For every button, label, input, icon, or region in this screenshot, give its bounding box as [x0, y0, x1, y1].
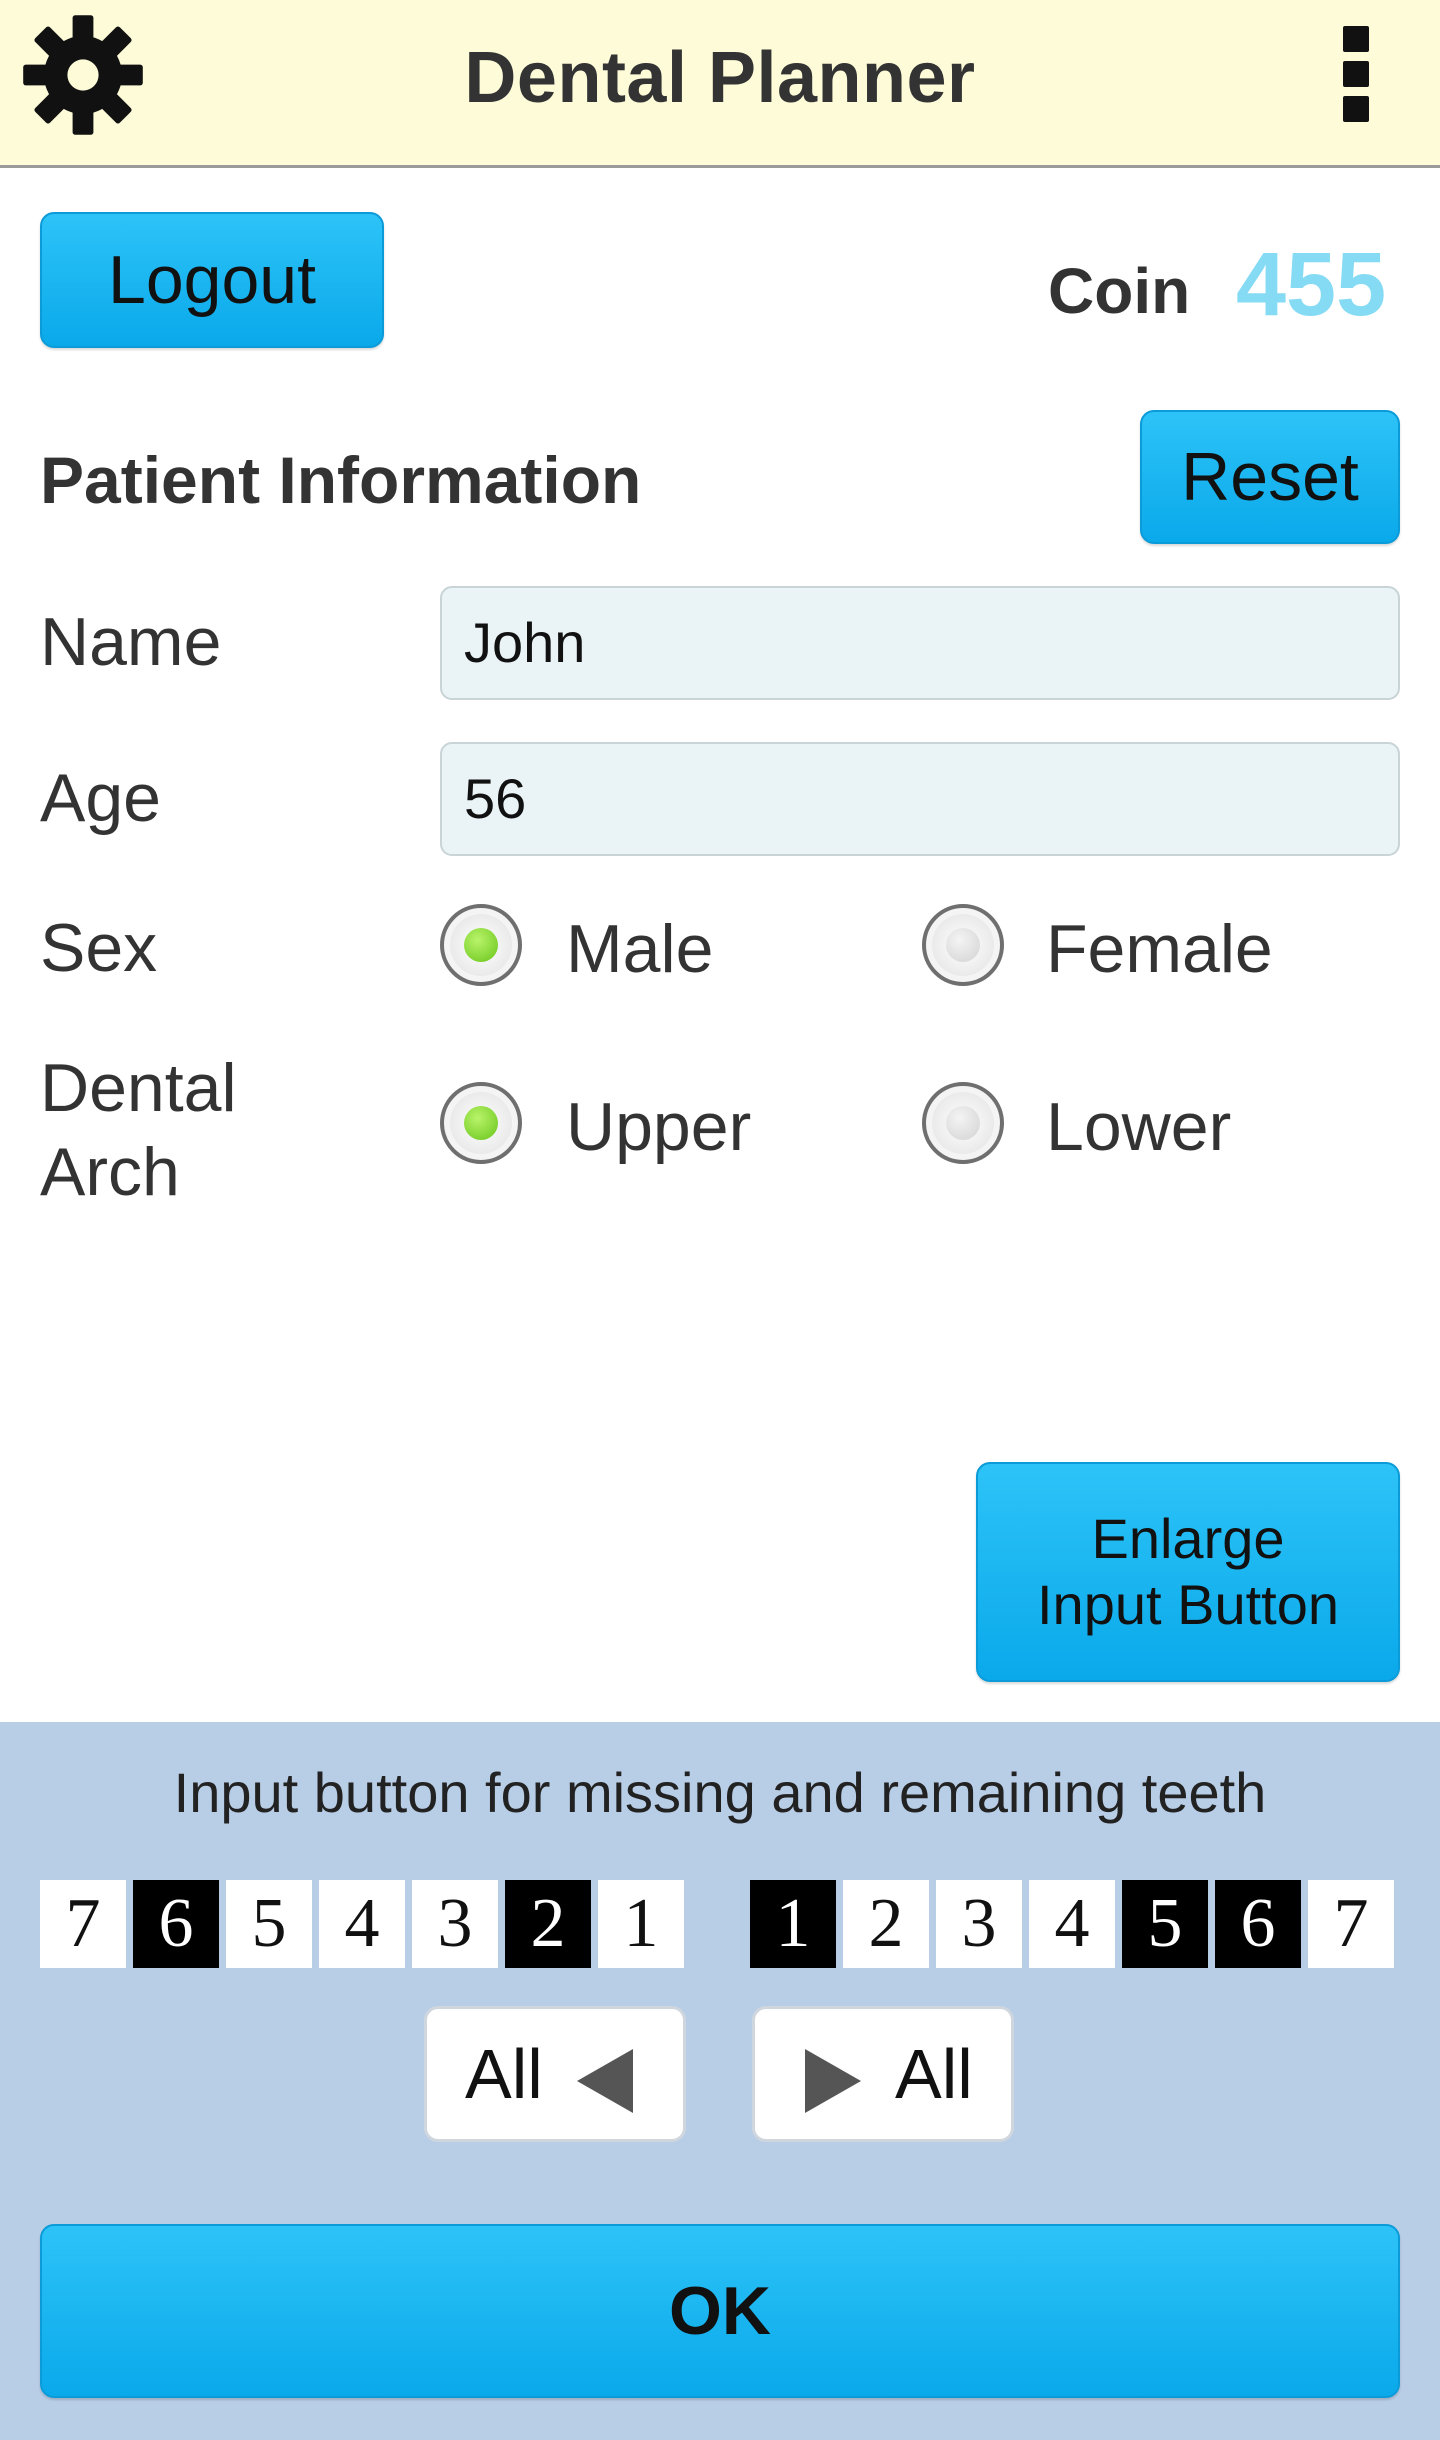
logout-button[interactable]: Logout: [40, 212, 384, 348]
tooth-button[interactable]: 1: [750, 1880, 836, 1968]
sex-male-radio[interactable]: [440, 904, 522, 986]
teeth-row-right-quadrant: 7 6 5 4 3 2 1: [40, 1880, 691, 1968]
teeth-hint: Input button for missing and remaining t…: [173, 1761, 1267, 1824]
tooth-button[interactable]: 7: [1308, 1880, 1394, 1968]
arch-upper-radio[interactable]: [440, 1082, 522, 1164]
arch-lower-label[interactable]: Lower: [1046, 1088, 1231, 1166]
select-all-right-button[interactable]: All: [752, 2006, 1014, 2142]
tooth-button[interactable]: 2: [843, 1880, 929, 1968]
teeth-row-left-quadrant: 1 2 3 4 5 6 7: [750, 1880, 1401, 1968]
sex-male-label[interactable]: Male: [566, 910, 713, 988]
arch-upper-label[interactable]: Upper: [566, 1088, 751, 1166]
tooth-button[interactable]: 6: [133, 1880, 219, 1968]
name-label: Name: [40, 604, 222, 680]
dental-arch-label-line1: Dental: [40, 1050, 237, 1126]
tooth-button[interactable]: 4: [1029, 1880, 1115, 1968]
arrow-left-icon: [577, 2049, 633, 2113]
name-field[interactable]: John: [440, 586, 1400, 700]
select-all-left-button[interactable]: All: [424, 2006, 686, 2142]
section-title: Patient Information: [40, 443, 642, 517]
app-bar: Dental Planner: [0, 0, 1440, 168]
age-label: Age: [40, 760, 161, 836]
arch-lower-radio[interactable]: [922, 1082, 1004, 1164]
enlarge-line1: Enlarge: [1091, 1507, 1285, 1570]
arrow-right-icon: [805, 2049, 861, 2113]
coin-label: Coin: [1048, 255, 1191, 327]
age-field[interactable]: 56: [440, 742, 1400, 856]
tooth-button[interactable]: 5: [226, 1880, 312, 1968]
tooth-button[interactable]: 3: [412, 1880, 498, 1968]
tooth-button[interactable]: 5: [1122, 1880, 1208, 1968]
tooth-button[interactable]: 6: [1215, 1880, 1301, 1968]
dental-arch-label-line2: Arch: [40, 1134, 180, 1210]
coin-value: 455: [1236, 235, 1387, 335]
enlarge-line2: Input Button: [1036, 1573, 1339, 1636]
tooth-button[interactable]: 7: [40, 1880, 126, 1968]
all-right-label: All: [895, 2035, 973, 2113]
tooth-button[interactable]: 2: [505, 1880, 591, 1968]
sex-female-label[interactable]: Female: [1046, 910, 1273, 988]
tooth-button[interactable]: 4: [319, 1880, 405, 1968]
sex-label: Sex: [40, 910, 158, 986]
all-left-label: All: [465, 2035, 543, 2113]
tooth-button[interactable]: 3: [936, 1880, 1022, 1968]
tooth-button[interactable]: 1: [598, 1880, 684, 1968]
reset-button[interactable]: Reset: [1140, 410, 1400, 544]
ok-button[interactable]: OK: [40, 2224, 1400, 2398]
enlarge-input-button[interactable]: Enlarge Input Button: [976, 1462, 1400, 1682]
page-title: Dental Planner: [464, 38, 976, 118]
overflow-menu-icon[interactable]: [1336, 26, 1376, 126]
sex-female-radio[interactable]: [922, 904, 1004, 986]
